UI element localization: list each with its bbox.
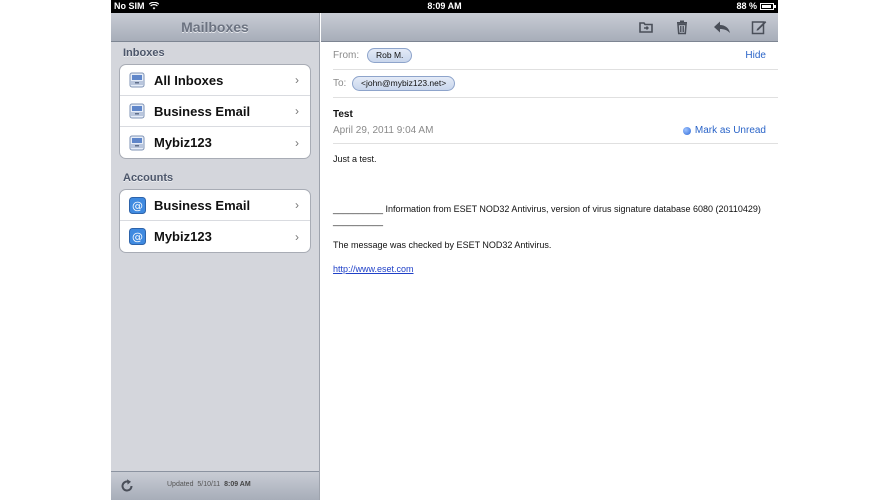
mailbox-row-business-email[interactable]: Business Email ›	[120, 96, 310, 127]
body-checked-line: The message was checked by ESET NOD32 An…	[333, 240, 552, 250]
status-time: 8:09 AM	[427, 1, 462, 11]
mailboxes-bottom-bar: Updated 5/10/11 8:09 AM	[111, 471, 319, 500]
refresh-icon[interactable]	[119, 478, 135, 494]
at-sign-icon: @	[128, 196, 146, 214]
message-toolbar	[321, 13, 778, 42]
mailbox-label: Business Email	[154, 103, 251, 119]
subject-block: Test April 29, 2011 9:04 AM Mark as Unre…	[333, 98, 778, 144]
status-right: 88 %	[736, 1, 776, 11]
updated-status: Updated 5/10/11 8:09 AM	[167, 481, 251, 488]
from-row: From: Rob M. Hide	[333, 42, 778, 70]
inboxes-group: All Inboxes › Business Email › Mybiz123 …	[119, 64, 311, 159]
message-date: April 29, 2011 9:04 AM	[333, 125, 434, 136]
inbox-tray-icon	[128, 102, 146, 120]
body-eset-info: __________ Information from ESET NOD32 A…	[333, 204, 761, 226]
mailbox-label: All Inboxes	[154, 72, 224, 88]
account-row-business-email[interactable]: @ Business Email ›	[120, 190, 310, 221]
mark-unread-label: Mark as Unread	[694, 125, 766, 136]
account-row-mybiz123[interactable]: @ Mybiz123 ›	[120, 221, 310, 252]
status-bar: No SIM 8:09 AM 88 %	[111, 0, 778, 13]
inbox-tray-icon	[128, 134, 146, 152]
inbox-tray-icon	[128, 71, 146, 89]
chevron-right-icon: ›	[295, 229, 299, 244]
compose-icon[interactable]	[751, 19, 767, 35]
ipad-screen: No SIM 8:09 AM 88 % Mailboxes Inboxes Al…	[111, 0, 778, 500]
account-label: Business Email	[154, 197, 251, 213]
mark-as-unread-link[interactable]: Mark as Unread	[682, 125, 766, 136]
svg-text:@: @	[132, 199, 143, 212]
mailbox-row-mybiz123[interactable]: Mybiz123 ›	[120, 127, 310, 158]
from-label: From:	[333, 50, 360, 61]
chevron-right-icon: ›	[295, 104, 299, 118]
chevron-right-icon: ›	[295, 198, 299, 212]
mailbox-row-all-inboxes[interactable]: All Inboxes ›	[120, 65, 310, 96]
at-sign-icon: @	[128, 228, 146, 246]
message-body: Just a test. __________ Information from…	[321, 144, 778, 275]
chevron-right-icon: ›	[295, 73, 299, 87]
eset-link[interactable]: http://www.eset.com	[333, 264, 414, 274]
hide-details-link[interactable]: Hide	[745, 50, 766, 61]
reply-icon[interactable]	[713, 19, 730, 35]
from-address-pill[interactable]: Rob M.	[367, 48, 413, 63]
mailbox-label: Mybiz123	[154, 135, 212, 150]
svg-text:@: @	[132, 231, 143, 244]
folder-move-icon[interactable]	[638, 19, 654, 35]
mailboxes-title: Mailboxes	[181, 19, 249, 35]
updated-label: Updated	[167, 481, 194, 488]
battery-percent: 88 %	[736, 1, 757, 11]
account-label: Mybiz123	[154, 229, 212, 244]
mailboxes-pane: Mailboxes Inboxes All Inboxes › Business…	[111, 13, 320, 500]
body-line: Just a test.	[333, 154, 377, 164]
to-address-pill[interactable]: <john@mybiz123.net>	[352, 76, 456, 91]
section-label-inboxes: Inboxes	[123, 47, 165, 59]
section-label-accounts: Accounts	[123, 172, 174, 184]
mailboxes-nav-bar: Mailboxes	[111, 13, 319, 42]
accounts-group: @ Business Email › @ Mybiz123 ›	[119, 189, 311, 253]
updated-date: 5/10/11	[197, 481, 221, 488]
unread-dot-icon	[682, 126, 691, 135]
chevron-right-icon: ›	[295, 135, 299, 150]
trash-icon[interactable]	[674, 19, 690, 35]
to-row: To: <john@mybiz123.net>	[333, 70, 778, 98]
message-pane: From: Rob M. Hide To: <john@mybiz123.net…	[321, 13, 778, 500]
updated-time: 8:09 AM	[224, 481, 251, 488]
to-label: To:	[333, 78, 347, 89]
message-subject: Test	[333, 109, 353, 120]
battery-icon	[760, 3, 776, 10]
